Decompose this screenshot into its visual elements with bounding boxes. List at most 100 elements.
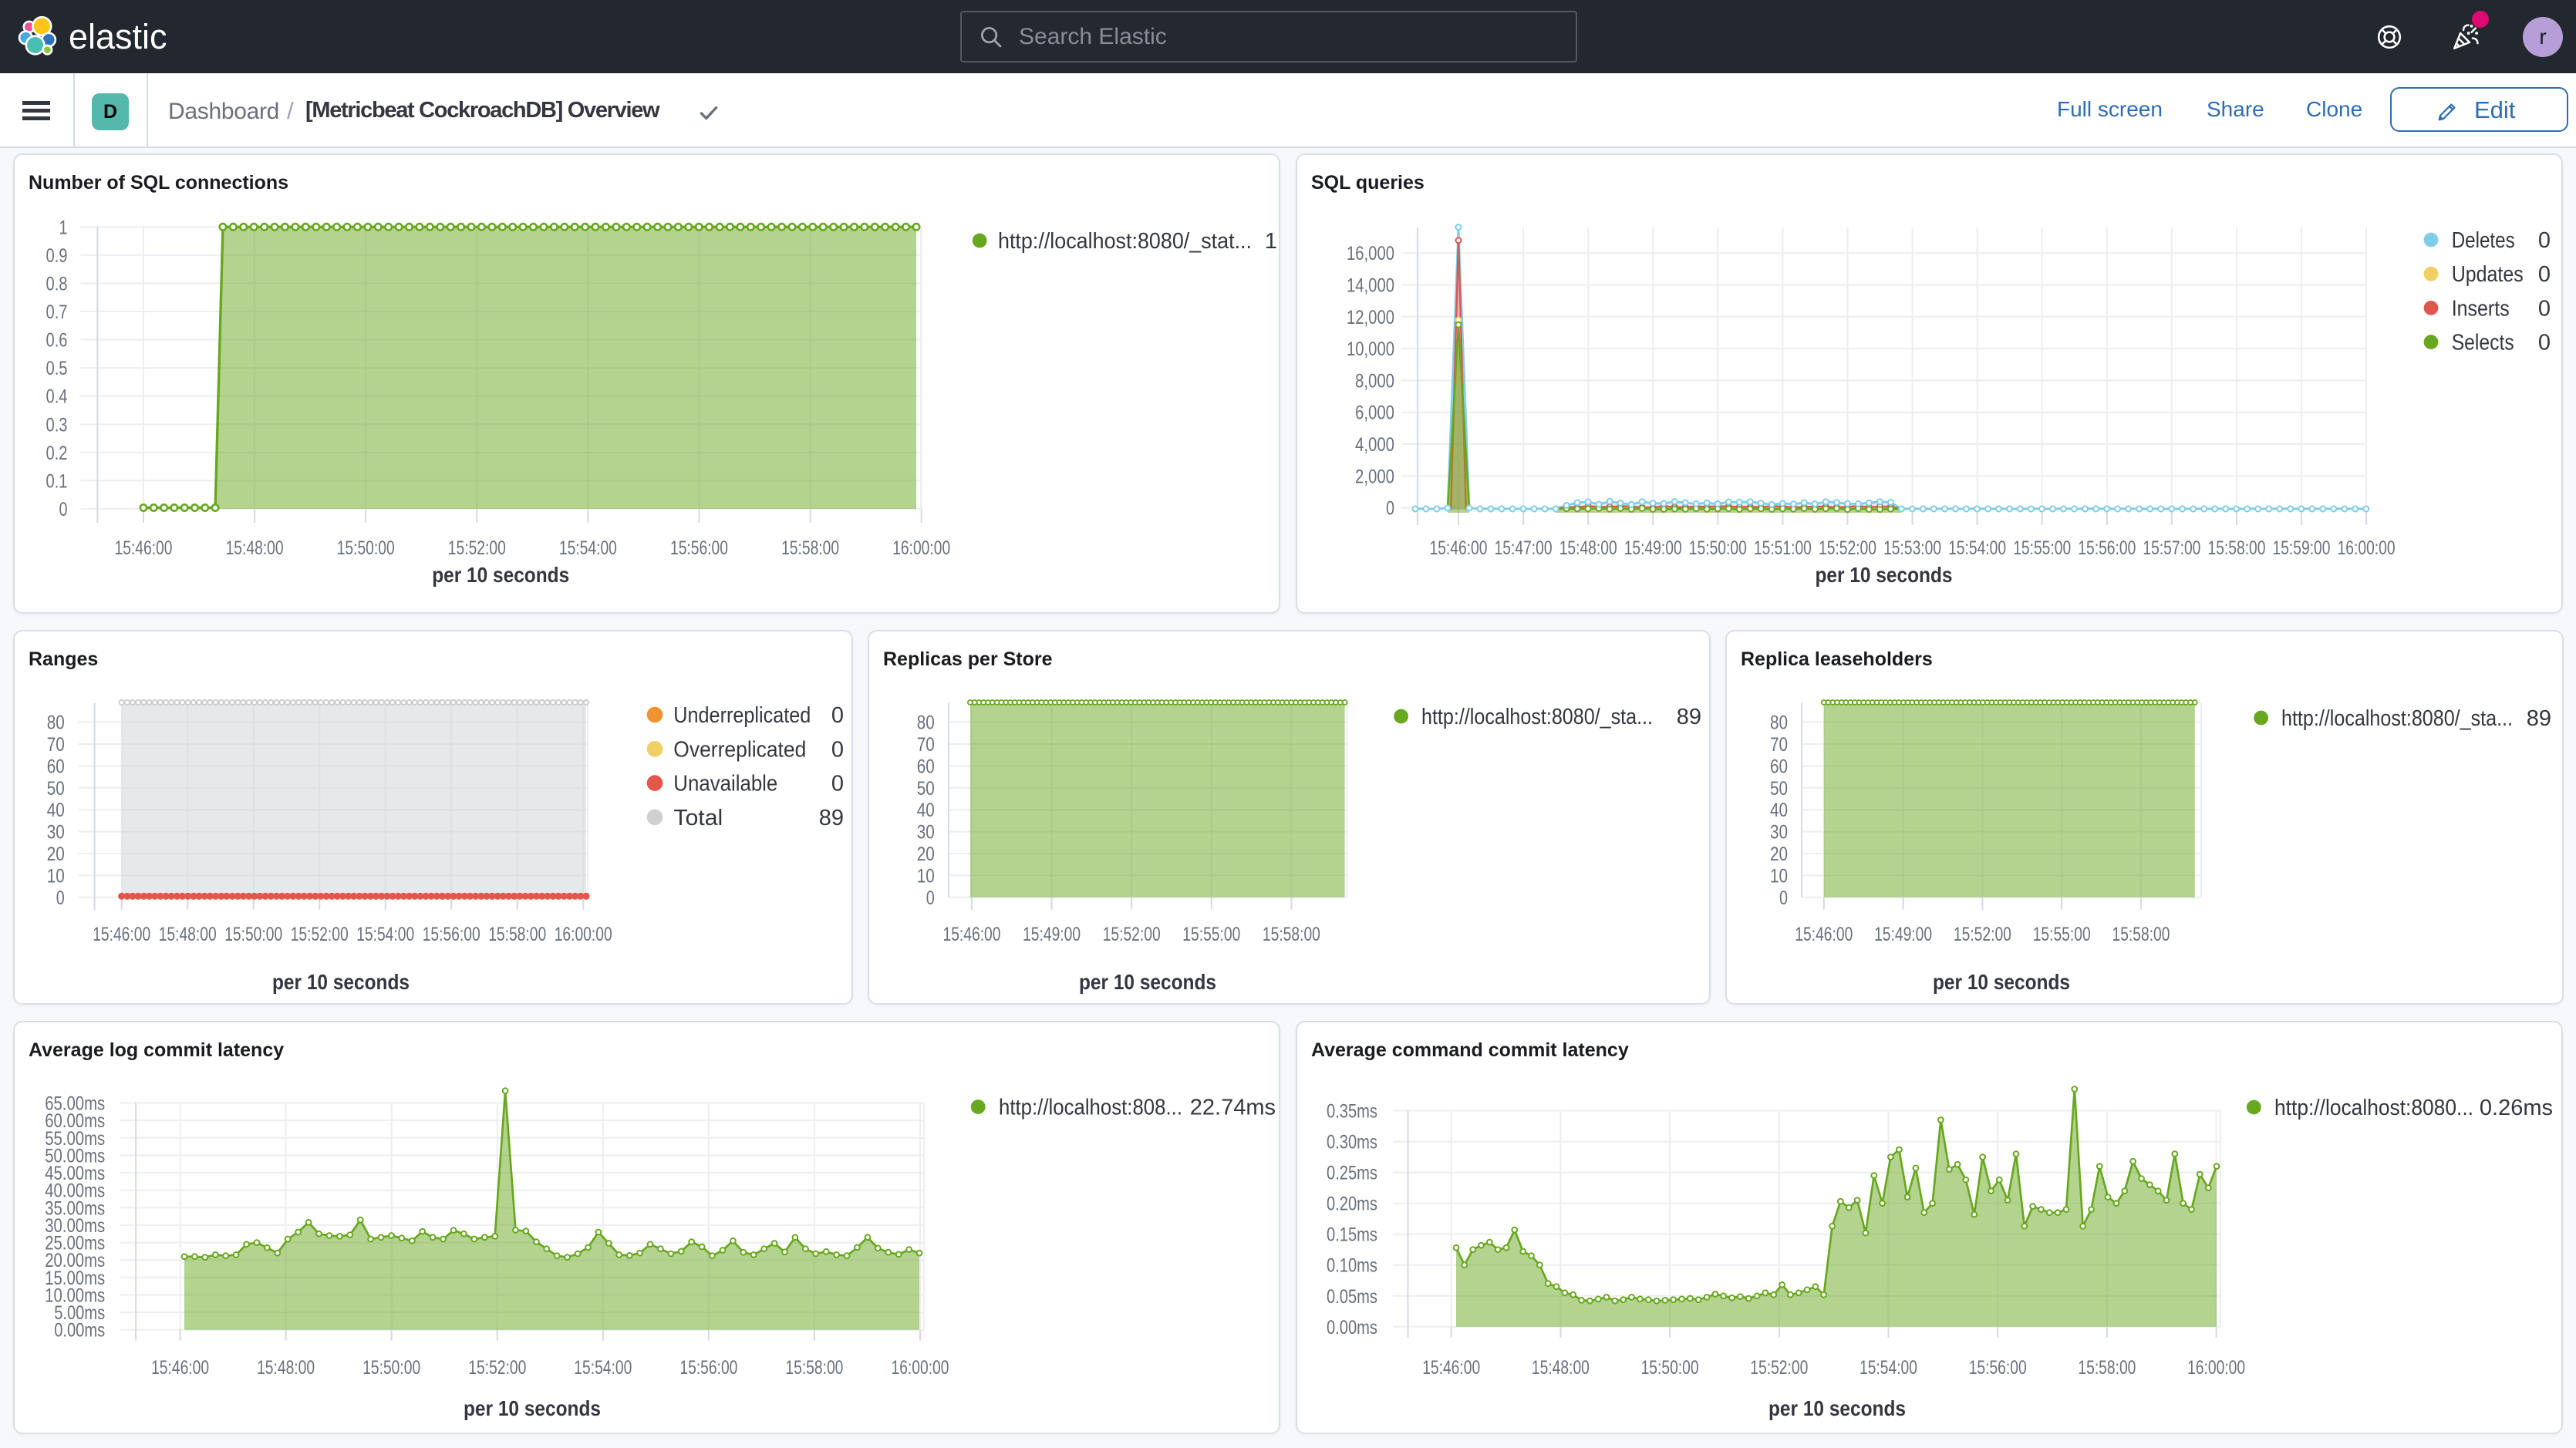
svg-text:89: 89 [1677,705,1701,729]
svg-text:0.1: 0.1 [46,470,68,492]
svg-text:14,000: 14,000 [1347,275,1394,297]
svg-text:40: 40 [47,800,65,821]
svg-text:16:00:00: 16:00:00 [892,537,950,559]
svg-text:0.3: 0.3 [46,414,68,436]
svg-text:0.35ms: 0.35ms [1327,1101,1377,1123]
svg-text:15:51:00: 15:51:00 [1754,537,1812,559]
svg-text:15:49:00: 15:49:00 [1624,537,1682,559]
svg-text:15:54:00: 15:54:00 [356,924,414,945]
svg-text:89: 89 [819,806,844,830]
svg-text:http://localhost:8080/_stat...: http://localhost:8080/_stat... [998,229,1252,254]
svg-text:1: 1 [59,217,68,238]
svg-text:15:48:00: 15:48:00 [1532,1357,1590,1379]
svg-text:0.15ms: 0.15ms [1327,1224,1377,1246]
svg-text:0: 0 [831,772,844,796]
svg-text:per 10 seconds: per 10 seconds [1079,970,1216,994]
svg-text:15:47:00: 15:47:00 [1495,537,1553,559]
svg-text:15:55:00: 15:55:00 [2033,924,2091,945]
svg-text:15:54:00: 15:54:00 [1860,1357,1917,1379]
svg-text:per 10 seconds: per 10 seconds [1933,970,2070,994]
svg-text:15:54:00: 15:54:00 [574,1357,632,1379]
svg-text:0.30ms: 0.30ms [1327,1132,1377,1153]
svg-text:15:52:00: 15:52:00 [291,924,349,945]
svg-text:15:48:00: 15:48:00 [257,1357,315,1379]
svg-text:15:54:00: 15:54:00 [559,537,617,559]
svg-text:2,000: 2,000 [1355,466,1394,487]
svg-text:0.9: 0.9 [46,245,68,267]
svg-text:Average command commit latency: Average command commit latency [1311,1039,1629,1061]
svg-text:50: 50 [1770,778,1788,800]
svg-text:Ranges: Ranges [29,648,98,670]
svg-text:50: 50 [47,778,65,800]
svg-text:0: 0 [831,737,844,762]
svg-text:per 10 seconds: per 10 seconds [1768,1396,1906,1420]
svg-text:15:52:00: 15:52:00 [1750,1357,1808,1379]
svg-text:15:58:00: 15:58:00 [2208,537,2266,559]
svg-text:0.10ms: 0.10ms [1327,1255,1377,1277]
svg-text:0.26ms: 0.26ms [2480,1096,2553,1120]
svg-text:20: 20 [917,844,935,865]
svg-text:30: 30 [1770,822,1788,844]
svg-text:15:58:00: 15:58:00 [1263,924,1320,945]
svg-text:40: 40 [917,800,935,821]
svg-text:0.25ms: 0.25ms [1327,1163,1377,1184]
svg-text:0.5: 0.5 [46,358,68,379]
svg-text:15:52:00: 15:52:00 [1954,924,2011,945]
svg-text:15:46:00: 15:46:00 [1795,924,1853,945]
svg-text:0: 0 [2538,296,2551,321]
svg-text:15:58:00: 15:58:00 [2078,1357,2136,1379]
svg-text:15:55:00: 15:55:00 [1182,924,1240,945]
svg-text:15:57:00: 15:57:00 [2143,537,2200,559]
svg-text:65.00ms: 65.00ms [45,1093,105,1115]
svg-text:SQL queries: SQL queries [1311,172,1425,194]
svg-text:10: 10 [47,865,65,887]
svg-text:15:52:00: 15:52:00 [1103,924,1161,945]
svg-text:16,000: 16,000 [1347,243,1394,264]
svg-text:Deletes: Deletes [2452,228,2515,253]
svg-text:15:46:00: 15:46:00 [93,924,150,945]
svg-text:0.6: 0.6 [46,330,68,352]
svg-text:15:46:00: 15:46:00 [1430,537,1488,559]
svg-text:0: 0 [1386,498,1394,520]
svg-text:70: 70 [917,734,935,756]
svg-text:4,000: 4,000 [1355,434,1394,456]
svg-text:0: 0 [926,887,935,909]
svg-text:15:58:00: 15:58:00 [785,1357,843,1379]
svg-text:15:50:00: 15:50:00 [337,537,395,559]
svg-text:15:50:00: 15:50:00 [1641,1357,1699,1379]
svg-text:15:58:00: 15:58:00 [488,924,546,945]
svg-text:60: 60 [1770,756,1788,777]
svg-text:22.74ms: 22.74ms [1190,1096,1276,1120]
svg-text:0: 0 [2538,262,2551,287]
svg-text:0.7: 0.7 [46,301,68,323]
svg-text:80: 80 [1770,712,1788,734]
svg-text:80: 80 [917,712,935,734]
svg-text:0: 0 [59,499,68,520]
svg-text:Underreplicated: Underreplicated [673,703,811,728]
svg-text:15:58:00: 15:58:00 [2112,924,2170,945]
svg-text:http://localhost:808...: http://localhost:808... [999,1096,1182,1120]
svg-text:15:59:00: 15:59:00 [2273,537,2331,559]
svg-text:50: 50 [917,778,935,800]
svg-text:15:49:00: 15:49:00 [1023,924,1081,945]
svg-text:15:50:00: 15:50:00 [1689,537,1747,559]
svg-text:http://localhost:8080/_sta...: http://localhost:8080/_sta... [2281,706,2513,731]
svg-text:Selects: Selects [2452,331,2514,355]
svg-text:Replicas per Store: Replicas per Store [883,648,1053,670]
svg-text:0: 0 [56,887,65,909]
svg-text:89: 89 [2527,706,2551,731]
svg-text:16:00:00: 16:00:00 [555,924,612,945]
svg-text:15:46:00: 15:46:00 [115,537,173,559]
svg-text:0.4: 0.4 [46,386,68,408]
svg-text:15:56:00: 15:56:00 [1969,1357,2027,1379]
svg-text:0.20ms: 0.20ms [1327,1194,1377,1215]
svg-text:60: 60 [47,756,65,777]
svg-text:15:46:00: 15:46:00 [151,1357,209,1379]
svg-text:20: 20 [1770,844,1788,865]
svg-text:15:56:00: 15:56:00 [670,537,728,559]
svg-text:Total: Total [673,806,723,830]
svg-text:15:46:00: 15:46:00 [1422,1357,1480,1379]
svg-text:1: 1 [1265,229,1277,254]
svg-text:15:56:00: 15:56:00 [679,1357,737,1379]
svg-text:15:54:00: 15:54:00 [1948,537,2006,559]
